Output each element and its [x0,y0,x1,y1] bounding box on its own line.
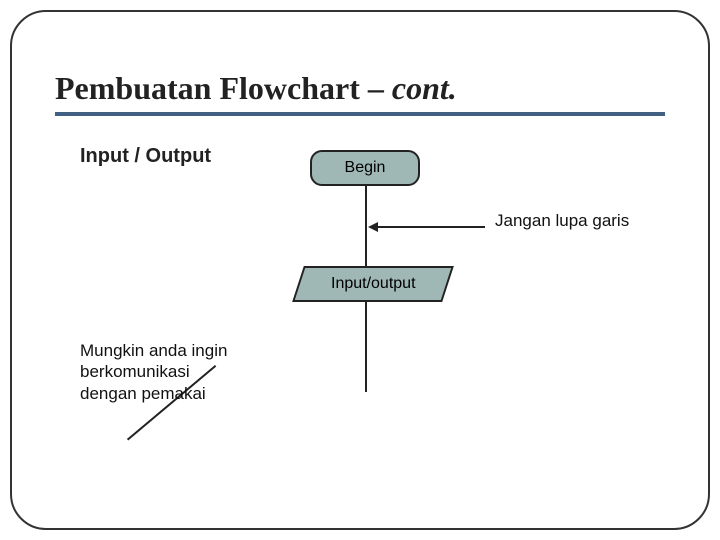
note-left-line2: berkomunikasi [80,361,280,382]
title-underline [55,112,665,116]
io-block: Input/output [292,266,454,302]
terminal-begin-label: Begin [345,159,386,177]
title-cont: cont. [392,70,457,106]
note-left-line1: Mungkin anda ingin [80,340,280,361]
io-block-label: Input/output [331,275,416,293]
title-main: Pembuatan Flowchart – [55,70,392,106]
flowchart-canvas: Begin Jangan lupa garis Input/output Mun… [80,140,660,500]
note-left-line3: dengan pemakai [80,383,280,404]
arrow-note-right [370,226,485,228]
page-title: Pembuatan Flowchart – cont. [55,70,457,106]
connector-io-down [365,302,367,392]
note-right: Jangan lupa garis [495,210,629,231]
title-row: Pembuatan Flowchart – cont. [55,70,665,107]
terminal-begin: Begin [310,150,420,186]
note-left: Mungkin anda ingin berkomunikasi dengan … [80,340,280,404]
connector-begin-io [365,186,367,266]
